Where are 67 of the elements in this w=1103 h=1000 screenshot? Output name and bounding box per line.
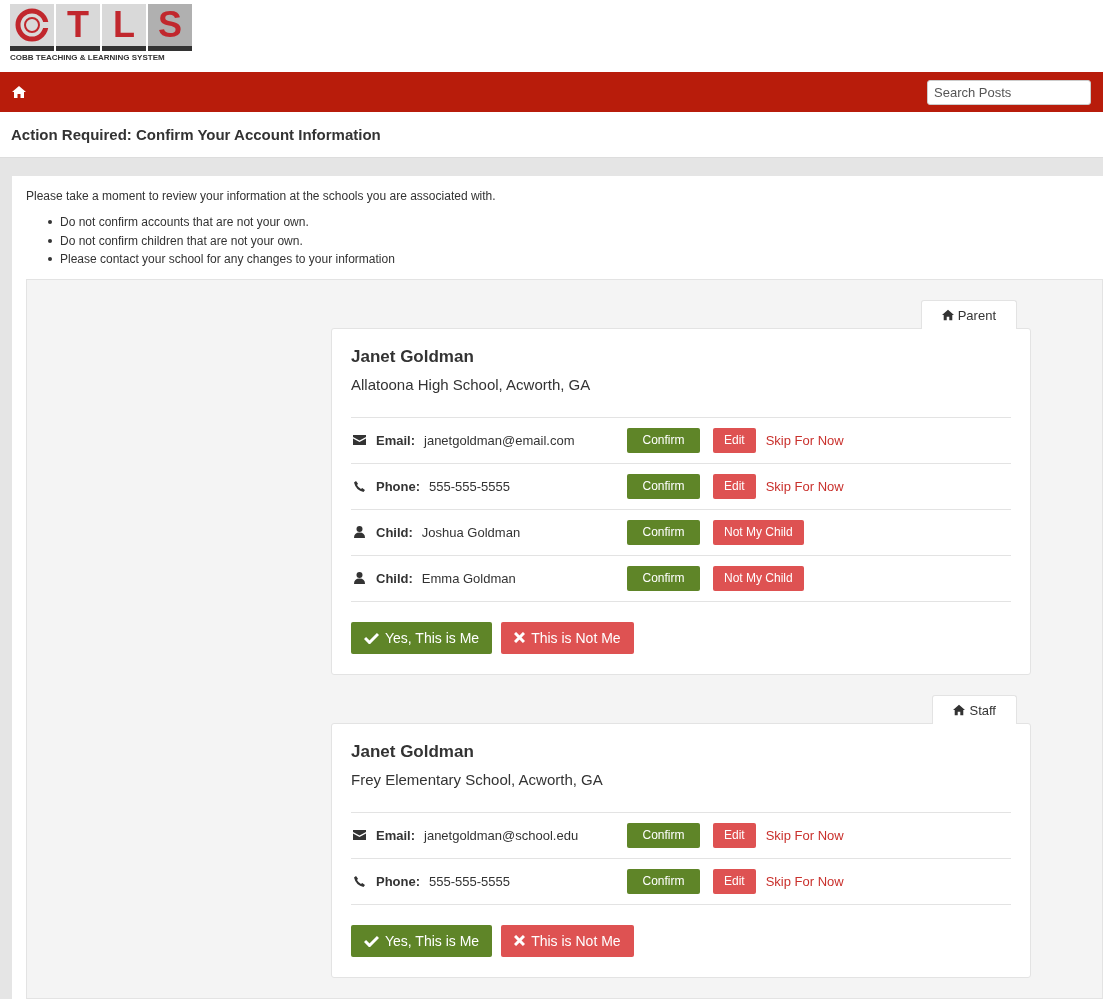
- x-icon: [514, 935, 526, 946]
- field-value: janetgoldman@email.com: [424, 432, 575, 448]
- edit-button[interactable]: Edit: [713, 868, 756, 894]
- confirm-button[interactable]: Confirm: [627, 427, 700, 453]
- yes-button[interactable]: Yes, This is Me: [351, 924, 493, 957]
- home-icon: [953, 704, 966, 716]
- confirm-button[interactable]: Confirm: [627, 519, 700, 545]
- not-me-button[interactable]: This is Not Me: [501, 621, 634, 654]
- logo-tagline: COBB TEACHING & LEARNING SYSTEM: [10, 53, 166, 62]
- person-name: Janet Goldman: [351, 346, 475, 367]
- school-name: Frey Elementary School, Acworth, GA: [351, 770, 604, 788]
- envelope-icon: [353, 435, 366, 445]
- logo-letter: L: [102, 4, 146, 51]
- logo-c-icon: [15, 8, 49, 42]
- bullet-icon: [48, 238, 52, 243]
- not-my-child-button[interactable]: Not My Child: [713, 565, 804, 591]
- not-my-child-button[interactable]: Not My Child: [713, 519, 804, 545]
- logo-letter: T: [56, 4, 100, 51]
- confirm-button[interactable]: Confirm: [627, 868, 700, 894]
- tab-label: Staff: [969, 702, 996, 718]
- home-icon: [941, 309, 954, 321]
- check-icon: [364, 631, 379, 644]
- confirm-button[interactable]: Confirm: [627, 473, 700, 499]
- home-icon: [12, 86, 26, 98]
- home-button[interactable]: [12, 86, 26, 98]
- not-me-button[interactable]: This is Not Me: [501, 924, 634, 957]
- role-tab[interactable]: Staff: [932, 694, 1017, 724]
- role-tab[interactable]: Parent: [920, 299, 1017, 329]
- confirm-button[interactable]: Confirm: [627, 565, 700, 591]
- skip-link[interactable]: Skip For Now: [765, 473, 844, 499]
- edit-button[interactable]: Edit: [713, 473, 756, 499]
- field-label: Child:: [376, 524, 413, 540]
- field-value: Emma Goldman: [421, 570, 516, 586]
- bullet-icon: [48, 220, 52, 225]
- person-icon: [354, 572, 365, 584]
- check-icon: [364, 934, 379, 947]
- edit-button[interactable]: Edit: [713, 427, 756, 453]
- intro-text: Please take a moment to review your information at the schools you are associated with.: [26, 189, 497, 203]
- phone-icon: [354, 480, 365, 492]
- tab-label: Parent: [957, 307, 996, 323]
- field-label: Email:: [376, 432, 415, 448]
- field-value: 555-555-5555: [429, 478, 511, 494]
- field-value: Joshua Goldman: [421, 524, 521, 540]
- note-text: Please contact your school for any changes to your information: [60, 251, 395, 268]
- person-icon: [354, 526, 365, 538]
- logo-letter: S: [148, 4, 192, 51]
- skip-link[interactable]: Skip For Now: [765, 868, 844, 894]
- field-label: Child:: [376, 570, 413, 586]
- field-value: 555-555-5555: [429, 873, 511, 889]
- field-label: Email:: [376, 827, 415, 843]
- field-label: Phone:: [376, 478, 421, 494]
- confirm-button[interactable]: Confirm: [627, 822, 700, 848]
- field-label: Phone:: [376, 873, 421, 889]
- bullet-icon: [48, 257, 52, 262]
- search-field[interactable]: Search Posts: [927, 79, 1091, 105]
- phone-icon: [354, 875, 365, 887]
- person-name: Janet Goldman: [351, 741, 475, 762]
- edit-button[interactable]: Edit: [713, 822, 756, 848]
- note-text: Do not confirm accounts that are not your own.: [60, 214, 309, 231]
- x-icon: [514, 632, 526, 643]
- note-text: Do not confirm children that are not your own.: [60, 232, 303, 250]
- envelope-icon: [353, 830, 366, 840]
- skip-link[interactable]: Skip For Now: [765, 822, 844, 848]
- yes-button[interactable]: Yes, This is Me: [351, 621, 493, 654]
- school-name: Allatoona High School, Acworth, GA: [351, 375, 592, 393]
- skip-link[interactable]: Skip For Now: [765, 427, 844, 453]
- field-value: janetgoldman@school.edu: [424, 827, 579, 843]
